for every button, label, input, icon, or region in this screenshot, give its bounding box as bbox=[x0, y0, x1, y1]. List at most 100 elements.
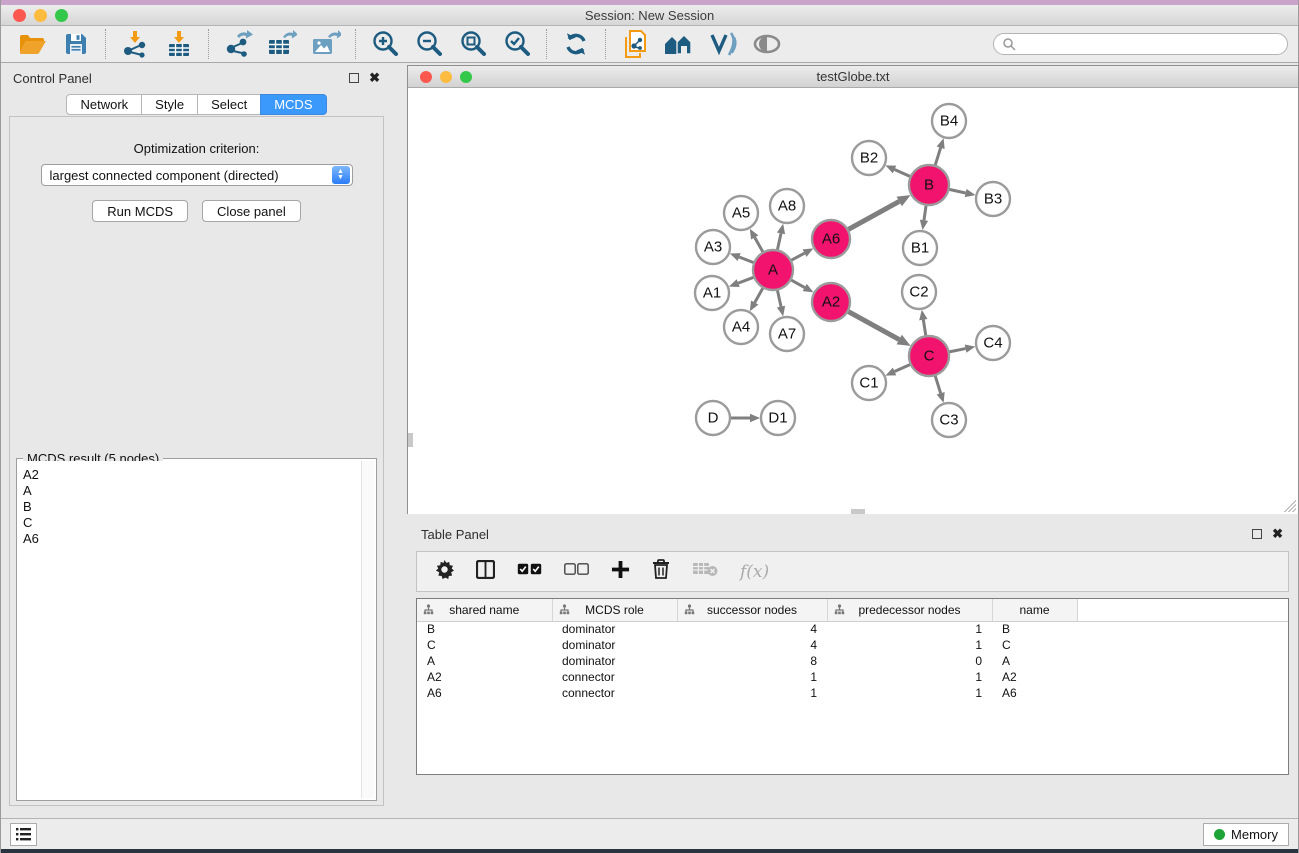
edge-C-C3[interactable] bbox=[935, 375, 945, 403]
node-B[interactable]: B bbox=[909, 165, 949, 205]
export-table-icon[interactable] bbox=[265, 29, 299, 59]
node-A6[interactable]: A6 bbox=[812, 220, 850, 258]
tab-network[interactable]: Network bbox=[66, 94, 141, 115]
minimize-window-button[interactable] bbox=[34, 9, 47, 22]
select-all-icon[interactable] bbox=[517, 563, 542, 581]
float-table-panel-icon[interactable] bbox=[1252, 529, 1262, 539]
node-A7[interactable]: A7 bbox=[770, 317, 804, 351]
edge-A-A7[interactable] bbox=[777, 290, 785, 317]
table-settings-icon[interactable] bbox=[435, 560, 454, 584]
table-cell-successor-nodes[interactable]: 8 bbox=[677, 653, 827, 669]
node-A4[interactable]: A4 bbox=[724, 310, 758, 344]
node-A1[interactable]: A1 bbox=[695, 276, 729, 310]
table-cell--filler[interactable] bbox=[1077, 621, 1288, 637]
node-C3[interactable]: C3 bbox=[932, 403, 966, 437]
result-item[interactable]: C bbox=[23, 515, 356, 531]
zoom-in-icon[interactable] bbox=[368, 29, 402, 59]
delete-table-icon[interactable] bbox=[692, 561, 718, 582]
table-cell-successor-nodes[interactable]: 4 bbox=[677, 637, 827, 653]
network-maximize-button[interactable] bbox=[460, 71, 472, 83]
node-B4[interactable]: B4 bbox=[932, 104, 966, 138]
tab-mcds[interactable]: MCDS bbox=[260, 94, 326, 115]
refresh-icon[interactable] bbox=[559, 29, 593, 59]
table-cell-predecessor-nodes[interactable]: 1 bbox=[827, 621, 992, 637]
column-layout-icon[interactable] bbox=[476, 560, 495, 584]
edge-A2-C[interactable] bbox=[848, 311, 911, 346]
edge-D-D1[interactable] bbox=[730, 414, 760, 422]
network-graph[interactable]: AA1A3A4A5A7A8A6A2BB1B2B3B4CC1C2C3C4DD1 bbox=[408, 88, 1298, 514]
close-panel-icon[interactable]: ✖ bbox=[369, 73, 380, 83]
table-cell-mcds-role[interactable]: dominator bbox=[552, 637, 677, 653]
edge-A-A2[interactable] bbox=[791, 280, 814, 293]
node-B1[interactable]: B1 bbox=[903, 231, 937, 265]
close-table-panel-icon[interactable]: ✖ bbox=[1272, 529, 1283, 539]
col-shared-name[interactable]: shared name bbox=[417, 599, 552, 621]
delete-column-icon[interactable] bbox=[652, 559, 670, 584]
table-cell-mcds-role[interactable]: dominator bbox=[552, 653, 677, 669]
node-B3[interactable]: B3 bbox=[976, 182, 1010, 216]
tab-style[interactable]: Style bbox=[141, 94, 197, 115]
edge-A-A4[interactable] bbox=[750, 287, 763, 311]
table-cell-mcds-role[interactable]: connector bbox=[552, 685, 677, 701]
search-input[interactable] bbox=[1016, 37, 1279, 51]
node-C[interactable]: C bbox=[909, 336, 949, 376]
edge-C-C4[interactable] bbox=[949, 344, 976, 352]
zoom-out-icon[interactable] bbox=[412, 29, 446, 59]
table-cell-shared-name[interactable]: A6 bbox=[417, 685, 552, 701]
node-A3[interactable]: A3 bbox=[696, 230, 730, 264]
mcds-result-list[interactable]: A2ABCA6 bbox=[19, 461, 360, 798]
table-row[interactable]: Adominator80A bbox=[417, 653, 1288, 669]
result-item[interactable]: A6 bbox=[23, 531, 356, 547]
edge-C-C1[interactable] bbox=[885, 364, 910, 375]
float-panel-icon[interactable] bbox=[349, 73, 359, 83]
table-cell--filler[interactable] bbox=[1077, 669, 1288, 685]
table-cell-shared-name[interactable]: A2 bbox=[417, 669, 552, 685]
table-row[interactable]: A6connector11A6 bbox=[417, 685, 1288, 701]
edge-B-B2[interactable] bbox=[885, 165, 910, 176]
table-cell-predecessor-nodes[interactable]: 1 bbox=[827, 685, 992, 701]
table-cell--filler[interactable] bbox=[1077, 637, 1288, 653]
edge-A-A8[interactable] bbox=[777, 224, 785, 251]
tab-select[interactable]: Select bbox=[197, 94, 260, 115]
zoom-fit-icon[interactable] bbox=[456, 29, 490, 59]
table-cell-name[interactable]: A6 bbox=[992, 685, 1077, 701]
network-close-button[interactable] bbox=[420, 71, 432, 83]
col-predecessor-nodes[interactable]: predecessor nodes bbox=[827, 599, 992, 621]
open-file-icon[interactable] bbox=[15, 29, 49, 59]
table-cell-name[interactable]: C bbox=[992, 637, 1077, 653]
show-graphics-details-icon[interactable] bbox=[706, 29, 740, 59]
col-name[interactable]: name bbox=[992, 599, 1077, 621]
table-cell-predecessor-nodes[interactable]: 1 bbox=[827, 637, 992, 653]
vertical-scroll-nub[interactable] bbox=[408, 433, 413, 447]
col-successor-nodes[interactable]: successor nodes bbox=[677, 599, 827, 621]
network-minimize-button[interactable] bbox=[440, 71, 452, 83]
import-table-icon[interactable] bbox=[162, 29, 196, 59]
edge-A-A1[interactable] bbox=[729, 277, 754, 287]
table-row[interactable]: Bdominator41B bbox=[417, 621, 1288, 637]
node-D1[interactable]: D1 bbox=[761, 401, 795, 435]
edge-A-A6[interactable] bbox=[791, 248, 814, 260]
result-scrollbar[interactable] bbox=[361, 461, 374, 798]
node-B2[interactable]: B2 bbox=[852, 141, 886, 175]
edge-C-C2[interactable] bbox=[919, 310, 927, 336]
table-cell-successor-nodes[interactable]: 1 bbox=[677, 669, 827, 685]
export-network-icon[interactable] bbox=[221, 29, 255, 59]
network-canvas[interactable]: AA1A3A4A5A7A8A6A2BB1B2B3B4CC1C2C3C4DD1 bbox=[408, 88, 1298, 514]
table-cell--filler[interactable] bbox=[1077, 653, 1288, 669]
result-item[interactable]: B bbox=[23, 499, 356, 515]
node-C4[interactable]: C4 bbox=[976, 326, 1010, 360]
table-cell-successor-nodes[interactable]: 4 bbox=[677, 621, 827, 637]
optimization-criterion-select[interactable]: largest connected component (directed) ▲… bbox=[41, 164, 353, 186]
edge-A-A3[interactable] bbox=[730, 253, 755, 263]
node-C2[interactable]: C2 bbox=[902, 275, 936, 309]
table-cell-mcds-role[interactable]: dominator bbox=[552, 621, 677, 637]
table-cell-mcds-role[interactable]: connector bbox=[552, 669, 677, 685]
node-A8[interactable]: A8 bbox=[770, 189, 804, 223]
edge-B-B3[interactable] bbox=[949, 189, 976, 197]
node-D[interactable]: D bbox=[696, 401, 730, 435]
table-row[interactable]: Cdominator41C bbox=[417, 637, 1288, 653]
function-builder-icon[interactable]: f(x) bbox=[740, 562, 769, 582]
table-cell-predecessor-nodes[interactable]: 1 bbox=[827, 669, 992, 685]
col-mcds-role[interactable]: MCDS role bbox=[552, 599, 677, 621]
network-window-titlebar[interactable]: testGlobe.txt bbox=[408, 66, 1298, 88]
